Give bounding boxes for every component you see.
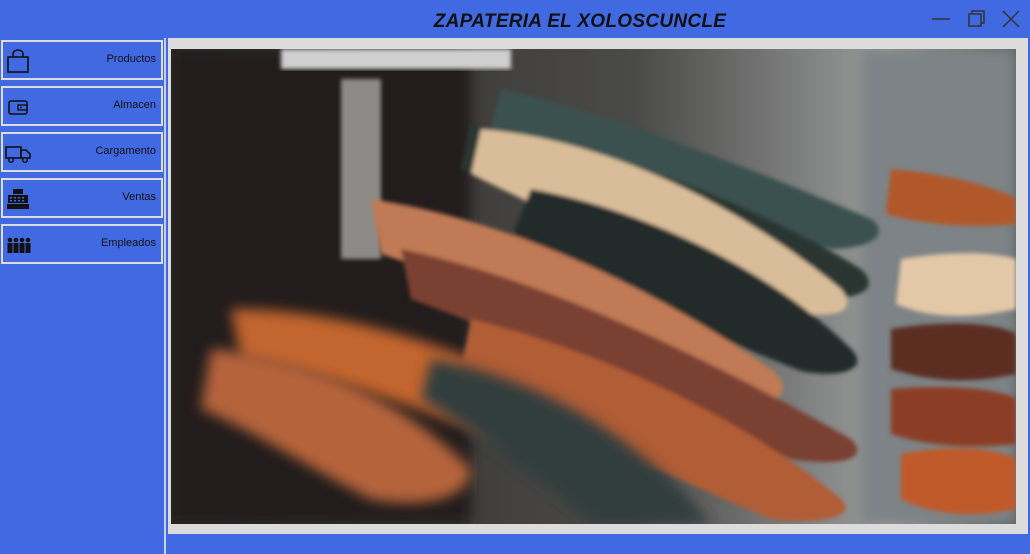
sidebar-item-cargamento[interactable]: Cargamento (1, 132, 163, 172)
maximize-button[interactable] (964, 8, 988, 30)
truck-icon (5, 140, 31, 166)
sidebar-item-empleados[interactable]: Empleados (1, 224, 163, 264)
sidebar-item-label: Ventas (122, 191, 156, 203)
sidebar-item-productos[interactable]: Productos (1, 40, 163, 80)
minimize-button[interactable] (929, 8, 953, 30)
people-icon (5, 232, 31, 258)
sidebar-item-almacen[interactable]: Almacen (1, 86, 163, 126)
main-content-panel (168, 38, 1028, 554)
sidebar-item-label: Productos (106, 53, 156, 65)
sidebar: Productos Almacen Cargamento Ventas Empl… (0, 38, 166, 554)
cash-register-icon (5, 186, 31, 212)
close-icon (1002, 10, 1020, 28)
close-button[interactable] (999, 8, 1023, 30)
shopping-bag-icon (5, 48, 31, 74)
maximize-icon (968, 10, 985, 27)
sidebar-item-label: Almacen (113, 99, 156, 111)
shoes-photo (171, 49, 1016, 524)
sidebar-item-label: Cargamento (95, 145, 156, 157)
sidebar-item-ventas[interactable]: Ventas (1, 178, 163, 218)
window-title: ZAPATERIA EL XOLOSCUNCLE (433, 11, 727, 32)
sidebar-item-label: Empleados (100, 237, 156, 249)
wallet-icon (5, 94, 31, 120)
bottom-strip (168, 534, 1028, 554)
minimize-icon (932, 18, 950, 20)
title-bar: ZAPATERIA EL XOLOSCUNCLE (0, 0, 1030, 38)
